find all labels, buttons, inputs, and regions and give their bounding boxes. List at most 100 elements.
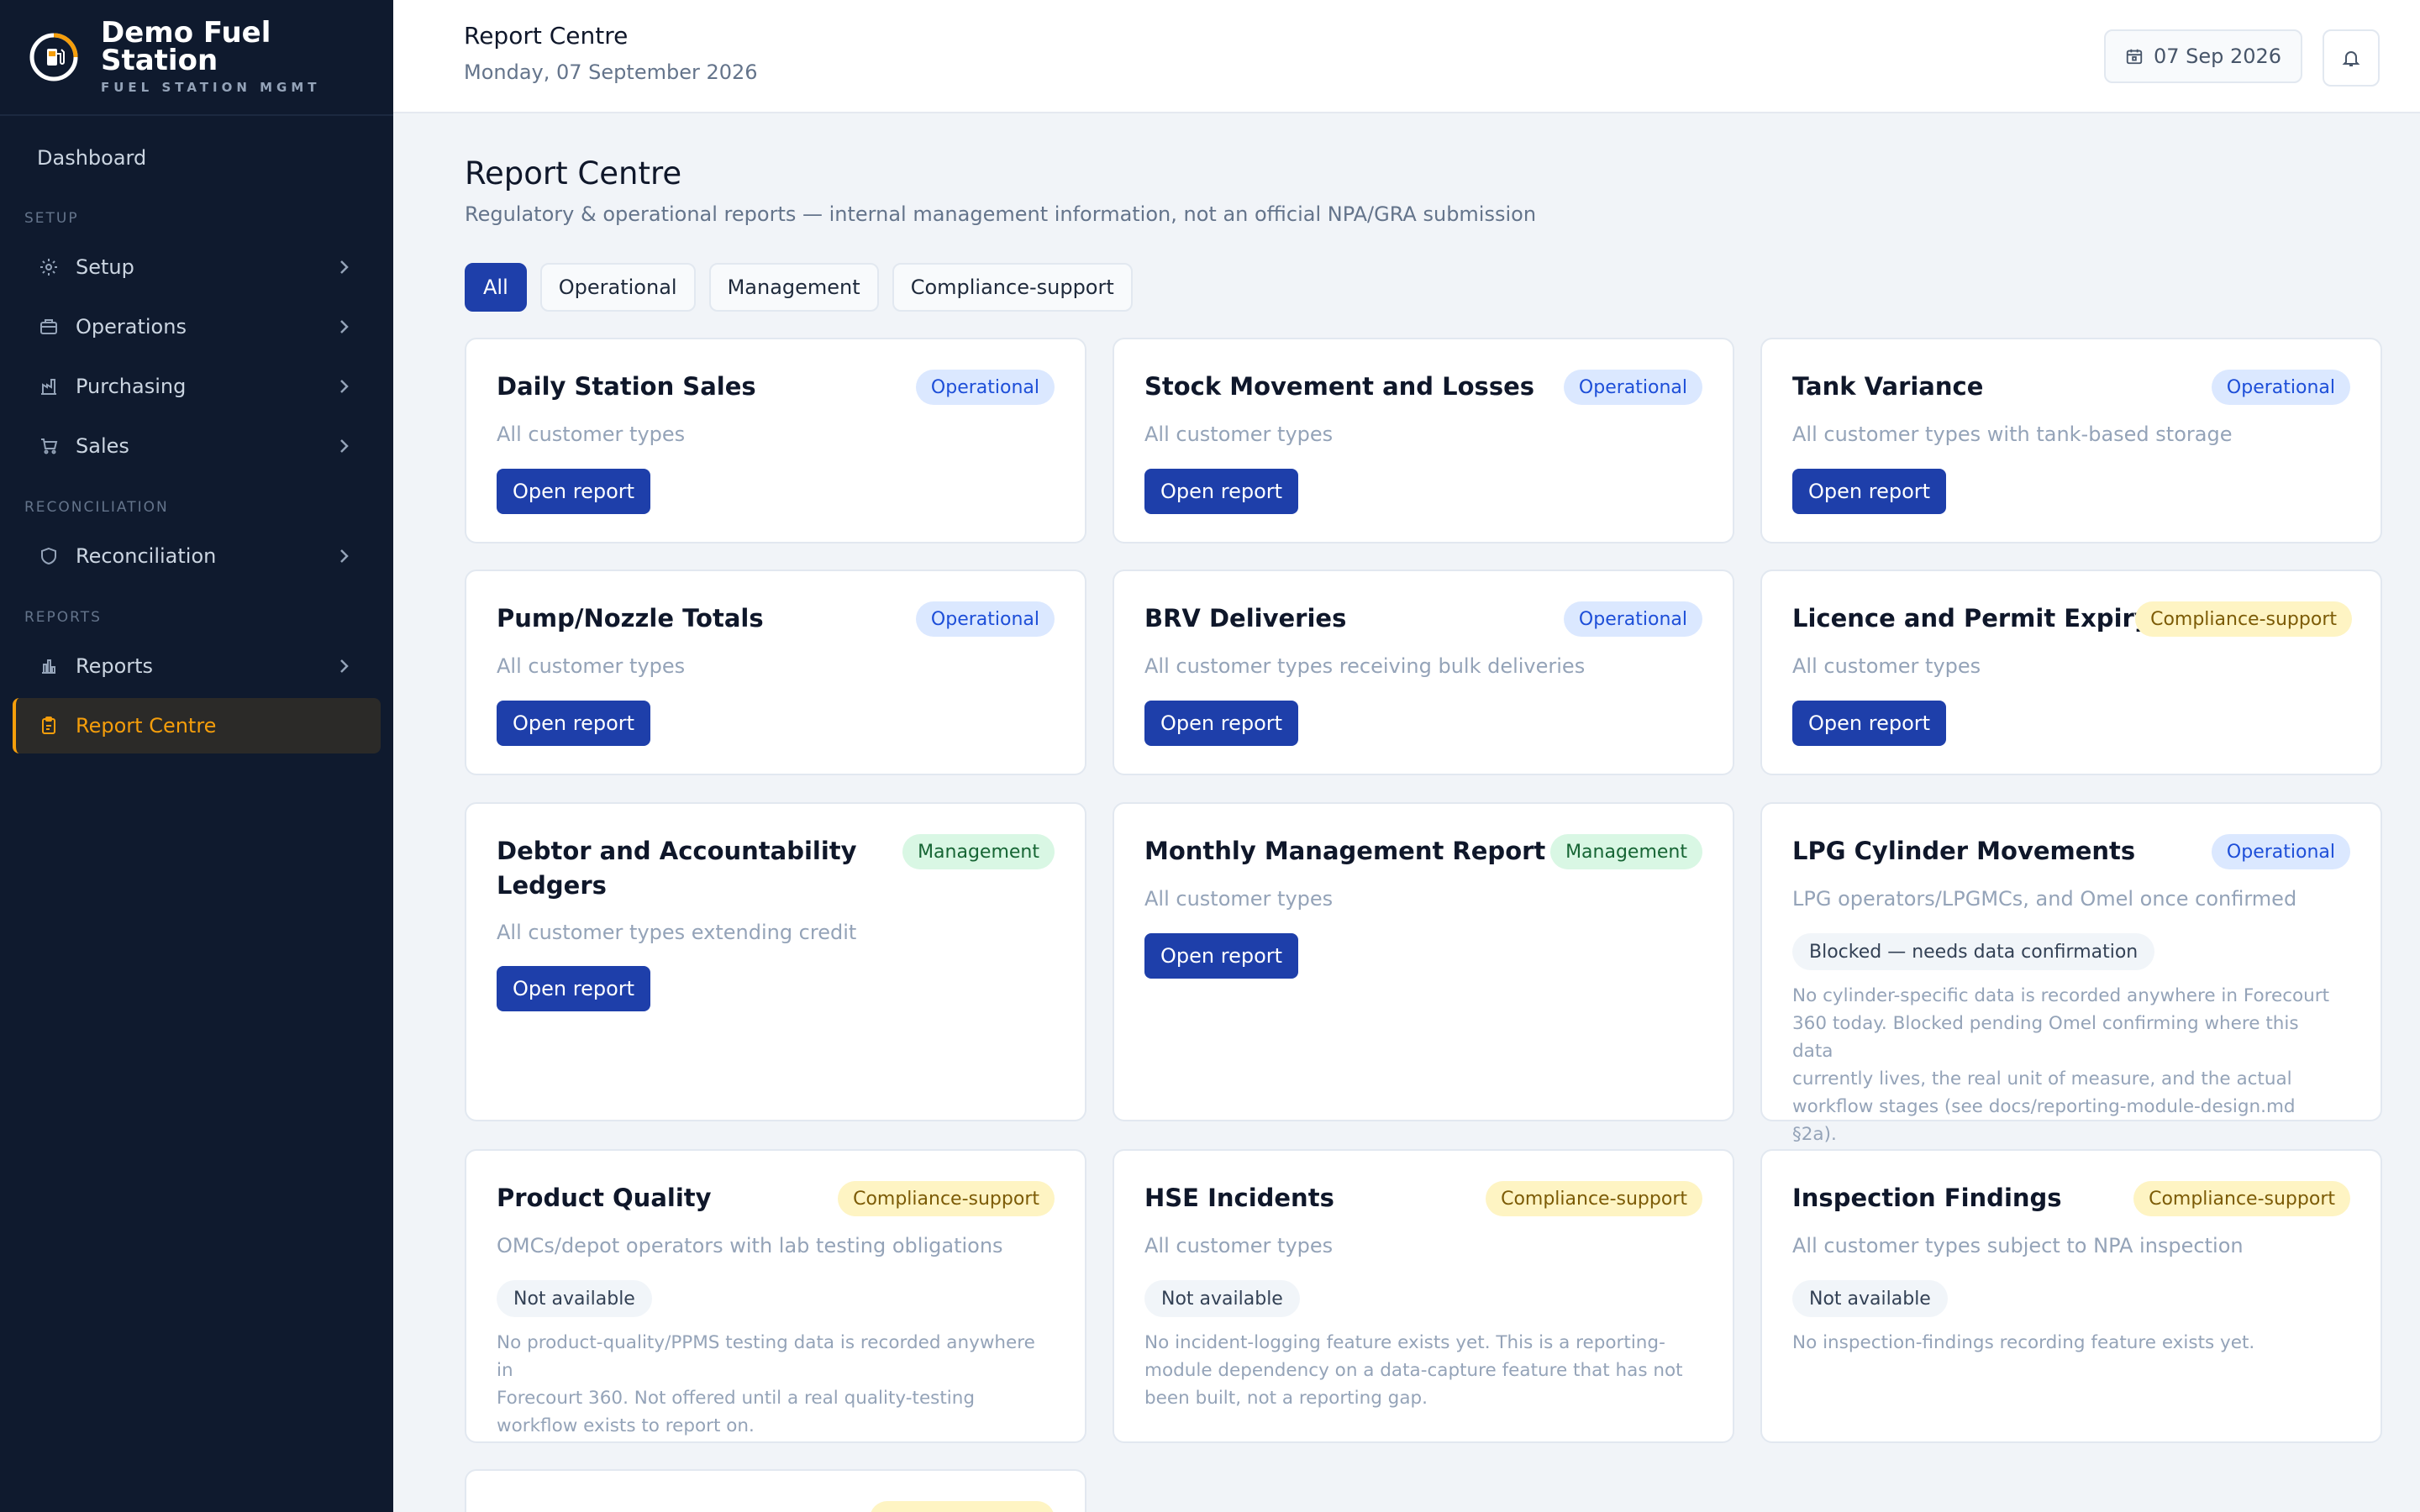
- report-card-licence-permit-expiry: Licence and Permit Expiry Compliance-sup…: [1760, 570, 2382, 775]
- card-title: Tank Variance: [1792, 372, 1984, 401]
- cart-icon: [37, 434, 60, 458]
- card-note: No cylinder-specific data is recorded an…: [1792, 982, 2342, 1148]
- sidebar-item-dashboard[interactable]: Dashboard: [37, 146, 146, 170]
- card-description: All customer types with tank-based stora…: [1792, 423, 2233, 446]
- gear-icon: [37, 255, 60, 279]
- sidebar: Demo Fuel Station FUEL STATION MGMT Dash…: [0, 0, 393, 1512]
- filter-all[interactable]: All: [465, 263, 527, 312]
- card-description: OMCs/depot operators with lab testing ob…: [497, 1234, 1003, 1257]
- card-title: Monthly Management Report: [1144, 837, 1546, 865]
- report-card-pump-nozzle-totals: Pump/Nozzle Totals Operational All custo…: [465, 570, 1086, 775]
- brand: Demo Fuel Station FUEL STATION MGMT: [0, 0, 393, 116]
- bell-icon: [2342, 51, 2360, 66]
- status-badge: Blocked — needs data confirmation: [1792, 933, 2155, 970]
- open-report-button[interactable]: Open report: [1144, 469, 1299, 514]
- card-title-line1: Debtor and Accountability: [497, 837, 857, 865]
- category-badge: Management: [1550, 834, 1702, 869]
- filter-compliance-support[interactable]: Compliance-support: [892, 263, 1133, 312]
- open-report-button[interactable]: Open report: [497, 469, 651, 514]
- report-card-inspection-findings: Inspection Findings Compliance-support A…: [1760, 1149, 2382, 1443]
- sidebar-item-purchasing[interactable]: Purchasing: [13, 359, 381, 414]
- page-title: Report Centre: [465, 155, 682, 192]
- card-title: Product Quality: [497, 1184, 712, 1212]
- note-line: workflow stages (see docs/reporting-modu…: [1792, 1096, 2296, 1145]
- topbar-date: Monday, 07 September 2026: [464, 60, 758, 84]
- open-report-button[interactable]: Open report: [1144, 701, 1299, 746]
- category-badge: Compliance-support: [2135, 601, 2352, 637]
- open-report-button[interactable]: Open report: [1144, 933, 1299, 979]
- note-line: 360 today. Blocked pending Omel confirmi…: [1792, 1013, 2299, 1062]
- note-line: currently lives, the real unit of measur…: [1792, 1068, 2292, 1089]
- sidebar-item-label: Reconciliation: [76, 544, 217, 568]
- page-subtitle: Regulatory & operational reports — inter…: [465, 202, 1537, 226]
- date-picker-button[interactable]: 07 Sep 2026: [2104, 29, 2302, 83]
- card-description: All customer types: [497, 423, 686, 446]
- report-card-product-quality: Product Quality Compliance-support OMCs/…: [465, 1149, 1086, 1443]
- card-description: All customer types: [1144, 423, 1334, 446]
- card-description: All customer types receiving bulk delive…: [1144, 654, 1586, 678]
- category-badge: [870, 1501, 1055, 1512]
- card-description: All customer types: [1144, 1234, 1334, 1257]
- note-line: been built, not a reporting gap.: [1144, 1388, 1428, 1409]
- open-report-button[interactable]: Open report: [1792, 701, 1947, 746]
- calendar-icon: [2126, 49, 2143, 65]
- note-line: No cylinder-specific data is recorded an…: [1792, 985, 2330, 1006]
- sidebar-item-label: Setup: [76, 255, 134, 279]
- card-description: All customer types: [1792, 654, 1981, 678]
- card-description: All customer types: [1144, 887, 1334, 911]
- open-report-button[interactable]: Open report: [1792, 469, 1947, 514]
- chevron-right-icon: [340, 659, 349, 673]
- note-line: No inspection-findings recording feature…: [1792, 1332, 2255, 1353]
- report-card-daily-station-sales: Daily Station Sales Operational All cust…: [465, 338, 1086, 543]
- filter-management[interactable]: Management: [708, 263, 879, 312]
- card-description: All customer types: [497, 654, 686, 678]
- report-card-monthly-management: Monthly Management Report Management All…: [1113, 802, 1734, 1121]
- status-badge: Not available: [497, 1280, 652, 1317]
- chevron-right-icon: [340, 260, 349, 274]
- card-title: Stock Movement and Losses: [1144, 372, 1535, 401]
- report-card-debtor-ledgers: Debtor and Accountability Ledgers Manage…: [465, 802, 1086, 1121]
- open-report-button[interactable]: Open report: [497, 966, 651, 1011]
- category-badge: Operational: [1563, 601, 1702, 637]
- factory-icon: [37, 375, 60, 398]
- brand-name-line2: Station: [101, 44, 218, 77]
- open-report-button[interactable]: Open report: [497, 701, 651, 746]
- card-title: LPG Cylinder Movements: [1792, 837, 2136, 865]
- bar-chart-icon: [37, 654, 60, 678]
- category-badge: Operational: [2211, 370, 2350, 405]
- status-badge: Not available: [1792, 1280, 1948, 1317]
- notifications-button[interactable]: [2323, 29, 2380, 87]
- section-label-setup: SETUP: [24, 210, 79, 227]
- sidebar-item-report-centre[interactable]: Report Centre: [13, 698, 381, 753]
- card-title: Licence and Permit Expiry: [1792, 604, 2150, 633]
- section-label-reports: REPORTS: [24, 609, 102, 626]
- chevron-right-icon: [340, 549, 349, 563]
- note-line: No incident-logging feature exists yet. …: [1144, 1332, 1665, 1353]
- date-picker-value: 07 Sep 2026: [2153, 45, 2282, 68]
- sidebar-item-operations[interactable]: Operations: [13, 299, 381, 354]
- note-line: module dependency on a data-capture feat…: [1144, 1360, 1683, 1381]
- card-note: No product-quality/PPMS testing data is …: [497, 1329, 1046, 1440]
- report-card-brv-deliveries: BRV Deliveries Operational All customer …: [1113, 570, 1734, 775]
- card-title: BRV Deliveries: [1144, 604, 1347, 633]
- sidebar-item-setup[interactable]: Setup: [13, 239, 381, 295]
- report-card-stock-movement: Stock Movement and Losses Operational Al…: [1113, 338, 1734, 543]
- topbar-title: Report Centre: [464, 22, 629, 50]
- filter-operational[interactable]: Operational: [539, 263, 696, 312]
- brand-name: Demo Fuel Station: [101, 18, 321, 77]
- sidebar-item-reconciliation[interactable]: Reconciliation: [13, 528, 381, 584]
- main-content: Report Centre Regulatory & operational r…: [424, 113, 2420, 1512]
- sidebar-item-label: Operations: [76, 315, 187, 339]
- report-card-partial: [465, 1469, 1086, 1512]
- sidebar-item-reports[interactable]: Reports: [13, 638, 381, 694]
- card-description: All customer types subject to NPA inspec…: [1792, 1234, 2244, 1257]
- note-line: No product-quality/PPMS testing data is …: [497, 1332, 1035, 1381]
- sidebar-item-label: Reports: [76, 654, 154, 678]
- category-badge: Compliance-support: [838, 1181, 1055, 1216]
- category-badge: Operational: [915, 601, 1055, 637]
- sidebar-item-sales[interactable]: Sales: [13, 418, 381, 474]
- card-title: Pump/Nozzle Totals: [497, 604, 764, 633]
- card-title: Daily Station Sales: [497, 372, 756, 401]
- card-title: Inspection Findings: [1792, 1184, 2062, 1212]
- fuel-station-logo-icon: [29, 33, 78, 81]
